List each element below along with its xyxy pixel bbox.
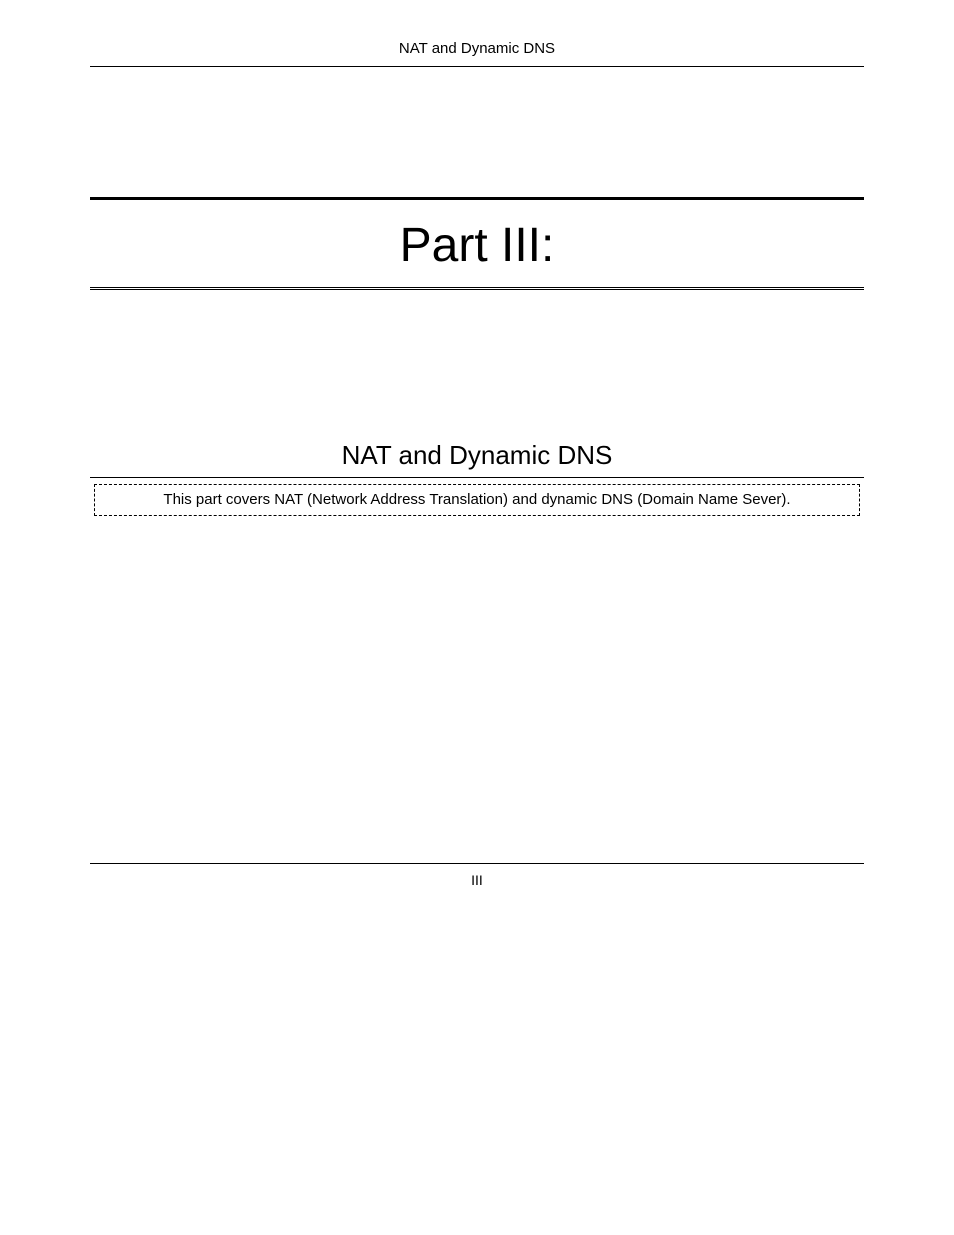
part-title-block: Part III: [90, 197, 864, 290]
description-box: This part covers NAT (Network Address Tr… [94, 484, 860, 516]
section-subtitle-block: NAT and Dynamic DNS [90, 440, 864, 478]
page-footer: III [90, 863, 864, 890]
document-page: NAT and Dynamic DNS Part III: NAT and Dy… [0, 0, 954, 516]
part-title: Part III: [400, 219, 555, 272]
section-subtitle: NAT and Dynamic DNS [342, 440, 613, 470]
page-header: NAT and Dynamic DNS [90, 40, 864, 67]
description-text: This part covers NAT (Network Address Tr… [163, 491, 790, 508]
page-number: III [471, 872, 483, 888]
running-title: NAT and Dynamic DNS [399, 40, 555, 57]
